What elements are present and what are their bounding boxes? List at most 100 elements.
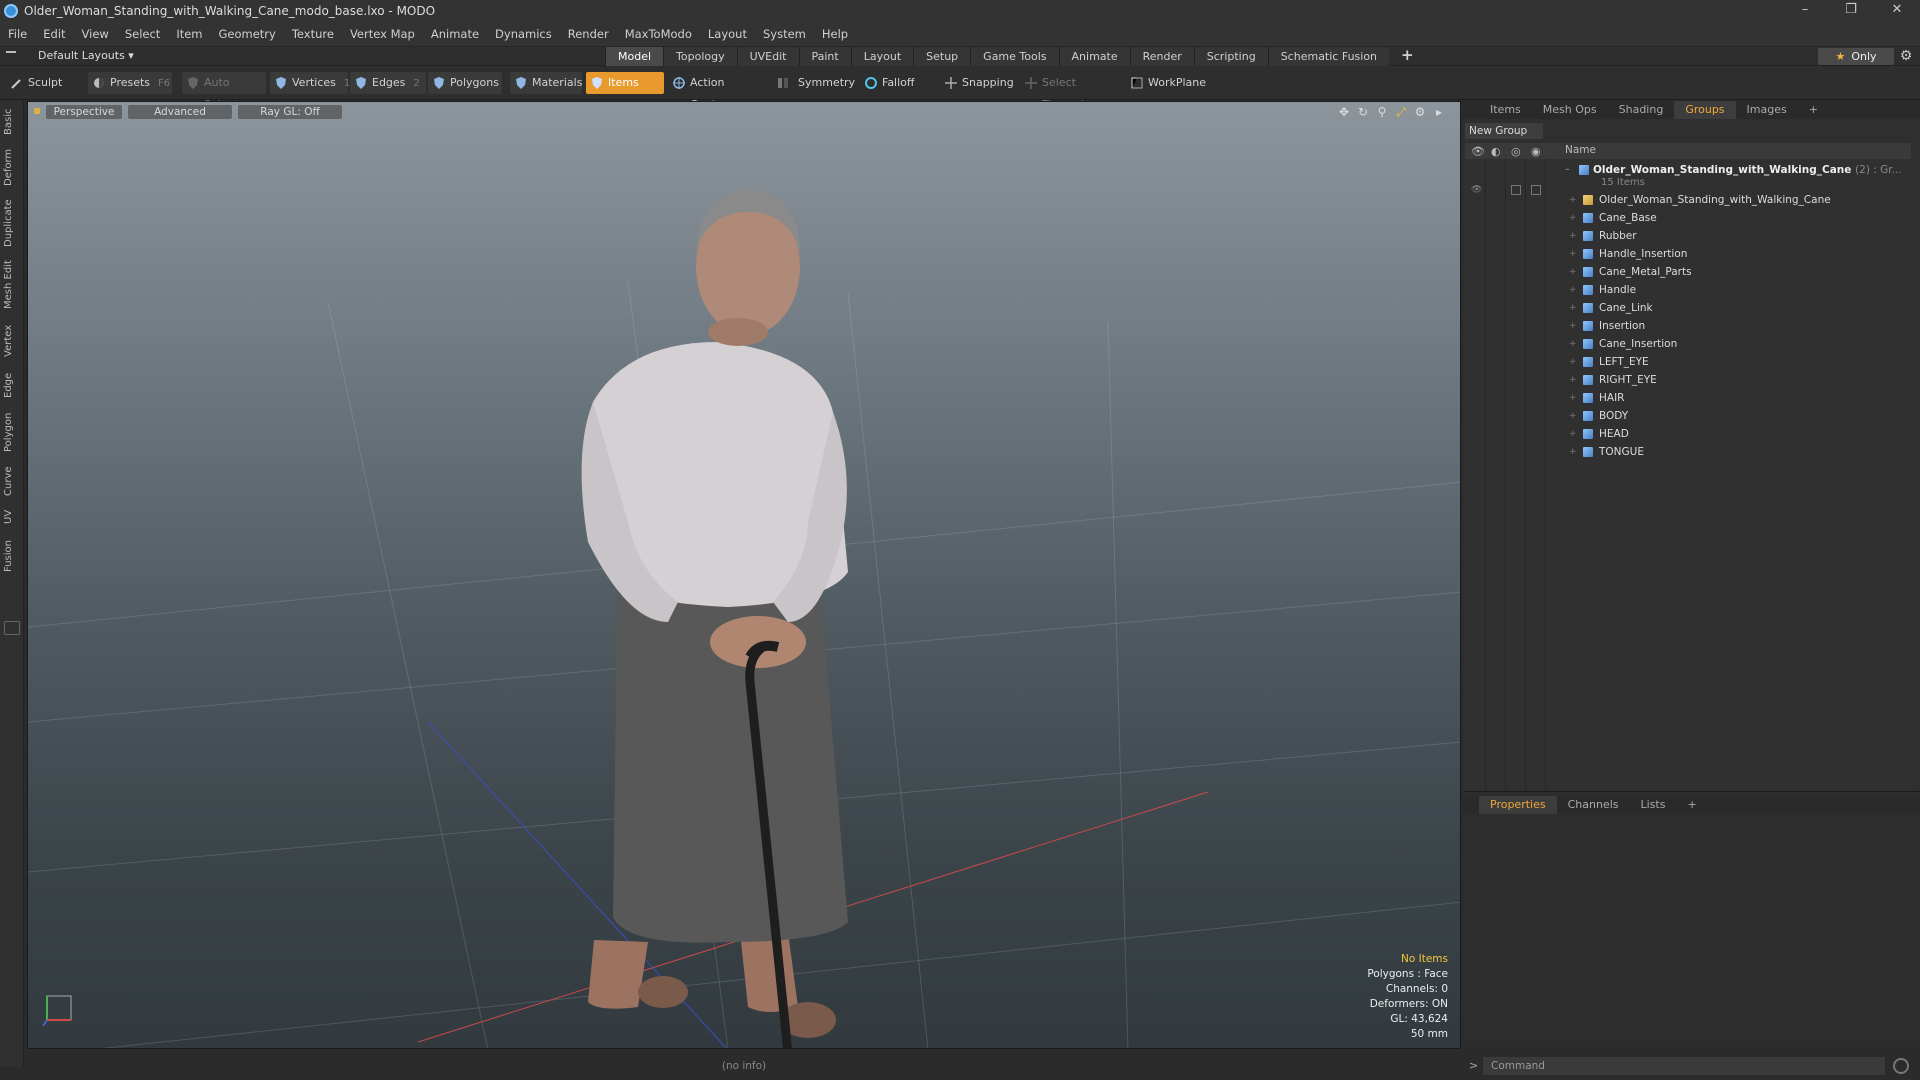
expand-icon[interactable]: +: [1569, 191, 1577, 209]
tab-uvedit[interactable]: UVEdit: [736, 47, 799, 66]
expand-icon[interactable]: +: [1569, 299, 1577, 317]
group-item-row[interactable]: + HAIR: [1465, 389, 1911, 407]
group-item-row[interactable]: + Cane_Metal_Parts: [1465, 263, 1911, 281]
group-item-row[interactable]: + Handle: [1465, 281, 1911, 299]
tab-images[interactable]: Images: [1736, 101, 1798, 119]
vtab-deform[interactable]: Deform: [3, 145, 21, 189]
viewport-settings-icon[interactable]: ⚙: [1413, 105, 1427, 119]
tab-render[interactable]: Render: [1129, 47, 1194, 66]
expand-icon[interactable]: +: [1569, 227, 1577, 245]
render-col-icon[interactable]: ◐: [1491, 145, 1501, 158]
menu-render[interactable]: Render: [560, 27, 617, 41]
tab-shading[interactable]: Shading: [1608, 101, 1675, 119]
tab-scripting[interactable]: Scripting: [1193, 47, 1268, 66]
group-item-row[interactable]: + Insertion: [1465, 317, 1911, 335]
maximize-button[interactable]: ❐: [1828, 0, 1874, 22]
presets-button[interactable]: Presets F6: [88, 72, 172, 94]
group-item-row[interactable]: + RIGHT_EYE: [1465, 371, 1911, 389]
menu-edit[interactable]: Edit: [35, 27, 73, 41]
3d-viewport[interactable]: Perspective Advanced Ray GL: Off ✥ ↻ ⚲ ⤢…: [27, 101, 1461, 1049]
vtab-fusion[interactable]: Fusion: [3, 535, 21, 577]
fit-icon[interactable]: ⤢: [1394, 105, 1408, 119]
menu-file[interactable]: File: [0, 27, 35, 41]
sculpt-button[interactable]: Sculpt: [6, 72, 86, 94]
panel-toggle-icon[interactable]: [4, 621, 20, 635]
symmetry-button[interactable]: Symmetry: [772, 72, 855, 94]
tab-schematic-fusion[interactable]: Schematic Fusion: [1267, 47, 1390, 66]
items-button[interactable]: Items: [586, 72, 664, 94]
expand-icon[interactable]: +: [1569, 317, 1577, 335]
vertices-button[interactable]: Vertices 1: [270, 72, 350, 94]
name-column-header[interactable]: Name: [1565, 144, 1596, 156]
default-layouts-dropdown[interactable]: Default Layouts ▾: [38, 49, 134, 62]
menu-geometry[interactable]: Geometry: [211, 27, 284, 41]
tab-lists[interactable]: Lists: [1630, 796, 1677, 814]
select-col-icon[interactable]: ◉: [1531, 145, 1541, 158]
pan-icon[interactable]: ✥: [1337, 105, 1351, 119]
menu-system[interactable]: System: [755, 27, 814, 41]
menu-item[interactable]: Item: [168, 27, 210, 41]
expand-icon[interactable]: +: [1569, 425, 1577, 443]
older-woman-model[interactable]: [581, 190, 848, 1049]
tab-channels[interactable]: Channels: [1557, 796, 1630, 814]
edges-button[interactable]: Edges 2: [350, 72, 426, 94]
vtab-vertex[interactable]: Vertex: [3, 319, 21, 363]
tab-setup[interactable]: Setup: [913, 47, 971, 66]
menu-maxtomodo[interactable]: MaxToModo: [617, 27, 700, 41]
raygl-button[interactable]: Ray GL: Off: [238, 105, 342, 119]
vtab-edge[interactable]: Edge: [3, 367, 21, 403]
expand-icon[interactable]: +: [1569, 209, 1577, 227]
group-item-row[interactable]: + Older_Woman_Standing_with_Walking_Cane: [1465, 191, 1911, 209]
menu-texture[interactable]: Texture: [284, 27, 342, 41]
menu-animate[interactable]: Animate: [423, 27, 487, 41]
only-toggle[interactable]: ★ Only: [1818, 48, 1894, 65]
expand-icon[interactable]: +: [1569, 245, 1577, 263]
group-item-row[interactable]: + Cane_Link: [1465, 299, 1911, 317]
group-item-row[interactable]: + Cane_Base: [1465, 209, 1911, 227]
tab-animate[interactable]: Animate: [1058, 47, 1130, 66]
add-tab-button[interactable]: +: [1389, 47, 1426, 66]
expand-icon[interactable]: +: [1569, 407, 1577, 425]
vtab-mesh-edit[interactable]: Mesh Edit: [3, 257, 21, 313]
minimize-button[interactable]: –: [1782, 0, 1828, 22]
add-panel-tab-button[interactable]: +: [1676, 796, 1707, 814]
tab-groups[interactable]: Groups: [1674, 101, 1736, 119]
select-through-button[interactable]: Select Through: [1020, 72, 1120, 111]
snapping-button[interactable]: Snapping: [940, 72, 1016, 94]
new-group-button[interactable]: New Group: [1465, 123, 1543, 139]
perspective-button[interactable]: Perspective: [46, 105, 122, 119]
vtab-uv[interactable]: UV: [3, 505, 21, 529]
tab-layout[interactable]: Layout: [850, 47, 914, 66]
tab-topology[interactable]: Topology: [663, 47, 737, 66]
tab-game-tools[interactable]: Game Tools: [970, 47, 1059, 66]
expand-icon[interactable]: +: [1569, 335, 1577, 353]
group-item-row[interactable]: + HEAD: [1465, 425, 1911, 443]
close-button[interactable]: ✕: [1874, 0, 1920, 22]
vtab-duplicate[interactable]: Duplicate: [3, 195, 21, 251]
rotate-icon[interactable]: ↻: [1356, 105, 1370, 119]
tab-items[interactable]: Items: [1479, 101, 1532, 119]
group-item-row[interactable]: + Rubber: [1465, 227, 1911, 245]
expand-icon[interactable]: +: [1569, 353, 1577, 371]
viewport-expand-icon[interactable]: ▸: [1432, 105, 1446, 119]
menu-view[interactable]: View: [74, 27, 117, 41]
vtab-basic[interactable]: Basic: [3, 105, 21, 139]
expand-icon[interactable]: +: [1569, 371, 1577, 389]
tab-mesh-ops[interactable]: Mesh Ops: [1532, 101, 1608, 119]
expand-icon[interactable]: +: [1569, 263, 1577, 281]
auto-select-button[interactable]: Auto Select: [182, 72, 266, 111]
group-item-row[interactable]: + TONGUE: [1465, 443, 1911, 461]
expand-icon[interactable]: +: [1569, 281, 1577, 299]
command-input[interactable]: Command: [1483, 1057, 1885, 1075]
menu-layout[interactable]: Layout: [700, 27, 755, 41]
vtab-polygon[interactable]: Polygon: [3, 407, 21, 457]
visibility-col-icon[interactable]: 👁: [1471, 145, 1485, 158]
materials-button[interactable]: Materials: [510, 72, 582, 94]
falloff-button[interactable]: Falloff: [860, 72, 930, 94]
group-item-row[interactable]: + BODY: [1465, 407, 1911, 425]
group-item-row[interactable]: + LEFT_EYE: [1465, 353, 1911, 371]
expand-icon[interactable]: +: [1569, 389, 1577, 407]
add-panel-tab-button[interactable]: +: [1798, 101, 1829, 119]
tab-paint[interactable]: Paint: [798, 47, 851, 66]
action-center-button[interactable]: Action Center: [668, 72, 768, 111]
